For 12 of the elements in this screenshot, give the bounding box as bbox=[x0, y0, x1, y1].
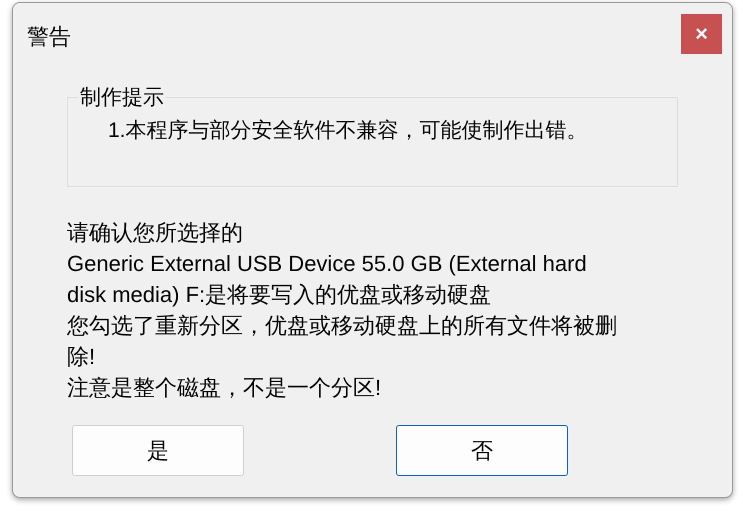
dialog-button[interactable]: 是 bbox=[72, 425, 244, 476]
window-title: 警告 bbox=[27, 23, 71, 51]
message-line: disk media) F:是将要写入的优盘或移动硬盘 bbox=[67, 281, 492, 309]
message-line: Generic External USB Device 55.0 GB (External hard bbox=[67, 250, 588, 278]
group-text: 1.本程序与部分安全软件不兼容，可能使制作出错。 bbox=[108, 118, 589, 144]
message-line: 注意是整个磁盘，不是一个分区! bbox=[67, 374, 382, 402]
close-button[interactable]: × bbox=[681, 14, 722, 54]
message-line: 您勾选了重新分区，优盘或移动硬盘上的所有文件将被删 bbox=[67, 312, 618, 340]
message-line: 请确认您所选择的 bbox=[67, 219, 244, 247]
group-legend: 制作提示 bbox=[78, 87, 166, 108]
message-line: 除! bbox=[67, 343, 96, 371]
dialog-button[interactable]: 否 bbox=[396, 425, 568, 476]
